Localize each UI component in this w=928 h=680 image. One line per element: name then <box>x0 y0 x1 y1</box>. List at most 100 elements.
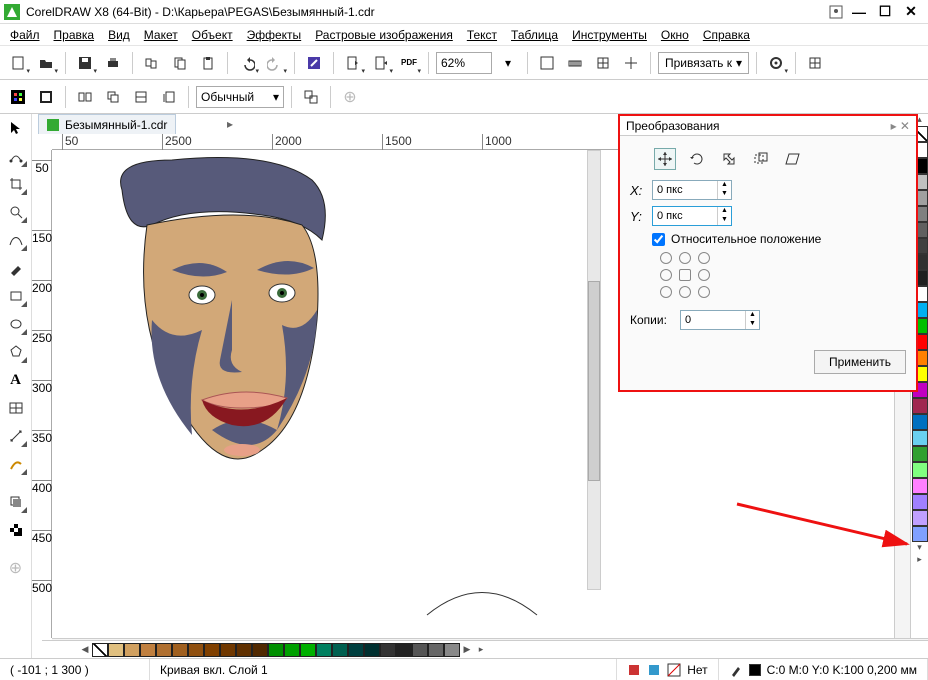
anchor-grid[interactable] <box>660 252 906 300</box>
strip-swatch[interactable] <box>252 643 268 657</box>
docker-menu-icon[interactable]: ▸ ✕ <box>891 119 910 133</box>
strip-swatch[interactable] <box>268 643 284 657</box>
menu-effects[interactable]: Эффекты <box>247 28 302 42</box>
strip-swatch[interactable] <box>396 643 412 657</box>
shape-tool[interactable] <box>4 144 28 168</box>
user-icon[interactable] <box>826 3 846 21</box>
vertical-scrollbar[interactable] <box>587 150 601 590</box>
strip-swatch[interactable] <box>156 643 172 657</box>
document-tab[interactable]: Безымянный-1.cdr <box>38 114 176 134</box>
strip-swatch[interactable] <box>380 643 396 657</box>
undo-button[interactable] <box>235 51 259 75</box>
menu-file[interactable]: Файл <box>10 28 40 42</box>
new-doc-button[interactable] <box>6 51 30 75</box>
strip-swatch[interactable] <box>204 643 220 657</box>
palette-swatch[interactable] <box>912 478 928 494</box>
fullscreen-button[interactable] <box>535 51 559 75</box>
transform-tab-scale[interactable] <box>718 148 740 170</box>
show-rulers-button[interactable] <box>563 51 587 75</box>
transform-tab-size[interactable] <box>750 148 772 170</box>
import-button[interactable] <box>341 51 365 75</box>
strip-swatch[interactable] <box>316 643 332 657</box>
palette-swatch[interactable] <box>912 430 928 446</box>
strip-swatch[interactable] <box>348 643 364 657</box>
prop-tool-5[interactable] <box>129 85 153 109</box>
strip-swatch[interactable] <box>188 643 204 657</box>
prop-tool-3[interactable] <box>73 85 97 109</box>
palette-swatch[interactable] <box>912 398 928 414</box>
relative-position-checkbox[interactable] <box>652 233 665 246</box>
strip-swatch[interactable] <box>172 643 188 657</box>
cut-button[interactable] <box>140 51 164 75</box>
prop-tool-2[interactable] <box>34 85 58 109</box>
artistic-media-tool[interactable] <box>4 256 28 280</box>
strip-swatch[interactable] <box>124 643 140 657</box>
strip-scroll-right[interactable]: ▶ <box>460 644 474 655</box>
add-button[interactable]: ⊕ <box>338 85 362 109</box>
redo-button[interactable] <box>263 51 287 75</box>
menu-view[interactable]: Вид <box>108 28 130 42</box>
save-button[interactable] <box>73 51 97 75</box>
transform-tab-skew[interactable] <box>782 148 804 170</box>
snap-to-dropdown[interactable]: Привязать к▾ <box>658 52 749 74</box>
copy-button[interactable] <box>168 51 192 75</box>
transform-tab-rotate[interactable] <box>686 148 708 170</box>
tab-close-icon[interactable]: ▸ <box>222 116 238 132</box>
prop-tool-7[interactable] <box>299 85 323 109</box>
no-fill-icon[interactable] <box>667 663 681 677</box>
dimension-tool[interactable] <box>4 424 28 448</box>
vertical-ruler[interactable]: 50 150 200 250 300 350 400 450 500 <box>32 150 52 638</box>
transparency-tool[interactable] <box>4 518 28 542</box>
tracing-mode-combo[interactable]: Обычный▾ <box>196 86 284 108</box>
menu-edit[interactable]: Правка <box>54 28 95 42</box>
pick-tool[interactable] <box>4 116 28 140</box>
export-button[interactable] <box>369 51 393 75</box>
search-content-button[interactable] <box>302 51 326 75</box>
strip-swatch[interactable] <box>220 643 236 657</box>
strip-swatch[interactable] <box>108 643 124 657</box>
strip-no-color[interactable] <box>92 643 108 657</box>
show-grid-button[interactable] <box>591 51 615 75</box>
freehand-tool[interactable] <box>4 228 28 252</box>
show-guides-button[interactable] <box>619 51 643 75</box>
strip-swatch[interactable] <box>428 643 444 657</box>
palette-swatch[interactable] <box>912 446 928 462</box>
zoom-tool[interactable] <box>4 200 28 224</box>
strip-scroll-left[interactable]: ◀ <box>78 644 92 655</box>
drop-shadow-tool[interactable] <box>4 490 28 514</box>
app-launcher-button[interactable] <box>803 51 827 75</box>
prop-tool-6[interactable] <box>157 85 181 109</box>
menu-help[interactable]: Справка <box>703 28 750 42</box>
x-position-input[interactable]: ▲▼ <box>652 180 732 200</box>
add-tool-button[interactable]: ⊕ <box>4 556 28 580</box>
prop-tool-1[interactable] <box>6 85 30 109</box>
maximize-button[interactable]: ☐ <box>872 2 898 22</box>
strip-swatch[interactable] <box>364 643 380 657</box>
open-button[interactable] <box>34 51 58 75</box>
connector-tool[interactable] <box>4 452 28 476</box>
scrollbar-thumb[interactable] <box>588 281 600 481</box>
y-position-input[interactable]: ▲▼ <box>652 206 732 226</box>
prop-tool-4[interactable] <box>101 85 125 109</box>
paste-button[interactable] <box>196 51 220 75</box>
strip-swatch[interactable] <box>412 643 428 657</box>
menu-text[interactable]: Текст <box>467 28 497 42</box>
publish-pdf-button[interactable]: PDF <box>397 51 421 75</box>
menu-window[interactable]: Окно <box>661 28 689 42</box>
minimize-button[interactable]: — <box>846 2 872 22</box>
text-tool[interactable]: A <box>4 368 28 392</box>
close-button[interactable]: ✕ <box>898 2 924 22</box>
table-tool[interactable] <box>4 396 28 420</box>
strip-swatch[interactable] <box>300 643 316 657</box>
strip-swatch[interactable] <box>444 643 460 657</box>
palette-swatch[interactable] <box>912 462 928 478</box>
palette-swatch[interactable] <box>912 414 928 430</box>
zoom-dropdown[interactable]: ▾ <box>496 51 520 75</box>
polygon-tool[interactable] <box>4 340 28 364</box>
print-button[interactable] <box>101 51 125 75</box>
outline-swatch[interactable] <box>749 664 761 676</box>
crop-tool[interactable] <box>4 172 28 196</box>
rectangle-tool[interactable] <box>4 284 28 308</box>
strip-swatch[interactable] <box>332 643 348 657</box>
menu-bitmaps[interactable]: Растровые изображения <box>315 28 453 42</box>
